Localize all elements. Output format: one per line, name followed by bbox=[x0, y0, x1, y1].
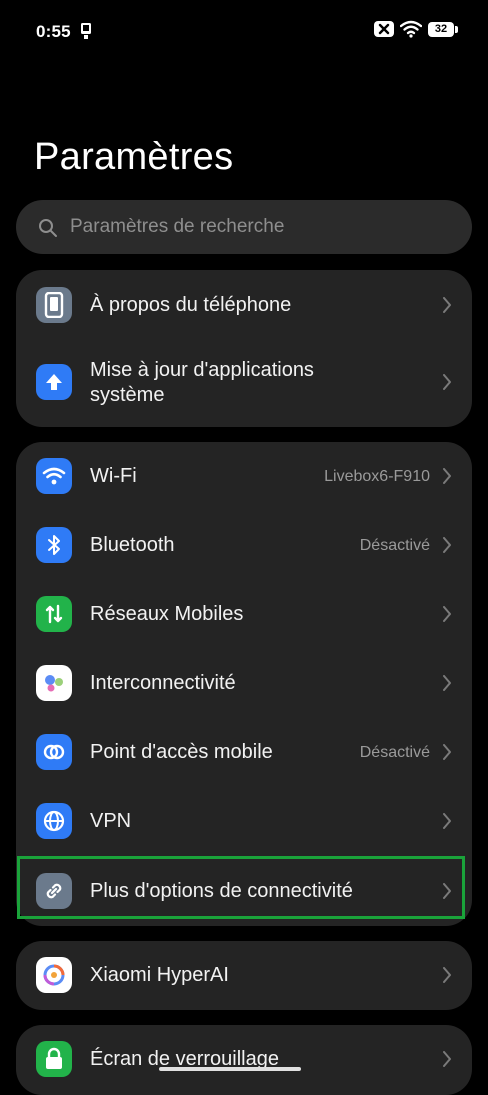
chevron-right-icon bbox=[443, 813, 451, 829]
settings-item-label: Mise à jour d'applications bbox=[90, 359, 314, 381]
hotspot-icon bbox=[36, 734, 72, 770]
settings-item-hotspot[interactable]: Point d'accès mobile Désactivé bbox=[16, 718, 472, 787]
phone-icon bbox=[36, 287, 72, 323]
battery-icon: 32 bbox=[428, 21, 458, 37]
status-icons: 32 bbox=[374, 20, 458, 38]
globe-icon bbox=[36, 803, 72, 839]
settings-item-lock-screen[interactable]: Écran de verrouillage bbox=[16, 1025, 472, 1095]
settings-item-label: VPN bbox=[90, 810, 132, 832]
search-icon bbox=[39, 219, 57, 237]
settings-item-label: Interconnectivité bbox=[90, 672, 236, 694]
bluetooth-icon bbox=[36, 527, 72, 563]
settings-item-value: Désactivé bbox=[359, 744, 430, 761]
battery-level: 32 bbox=[434, 23, 448, 35]
settings-item-label: Xiaomi HyperAI bbox=[90, 964, 229, 986]
settings-item-label: Wi-Fi bbox=[90, 465, 137, 487]
settings-item-value: Désactivé bbox=[359, 537, 430, 554]
chevron-right-icon bbox=[443, 744, 451, 760]
status-time: 0:55 bbox=[36, 22, 71, 41]
settings-item-more-connectivity[interactable]: Plus d'options de connectivité bbox=[16, 856, 472, 926]
search-bar[interactable]: Paramètres de recherche bbox=[16, 200, 472, 254]
chevron-right-icon bbox=[443, 675, 451, 691]
settings-item-label: Réseaux Mobiles bbox=[90, 603, 244, 625]
settings-item-label: Plus d'options de connectivité bbox=[90, 880, 353, 902]
lock-icon bbox=[36, 1041, 72, 1077]
settings-item-label: Point d'accès mobile bbox=[90, 741, 273, 763]
settings-item-interconnectivity[interactable]: Interconnectivité bbox=[16, 649, 472, 718]
link-icon bbox=[36, 873, 72, 909]
settings-item-wifi[interactable]: Wi-Fi Livebox6-F910 bbox=[16, 442, 472, 511]
settings-group-device: À propos du téléphone Mise à jour d'appl… bbox=[16, 270, 472, 427]
interconnectivity-icon bbox=[36, 665, 72, 701]
settings-group-connectivity: Wi-Fi Livebox6-F910 Bluetooth Désactivé … bbox=[16, 442, 472, 926]
notification-icon bbox=[81, 23, 91, 39]
settings-item-label: Bluetooth bbox=[90, 534, 175, 556]
wifi-icon bbox=[36, 458, 72, 494]
settings-item-bluetooth[interactable]: Bluetooth Désactivé bbox=[16, 511, 472, 580]
chevron-right-icon bbox=[443, 468, 451, 484]
chevron-right-icon bbox=[443, 537, 451, 553]
settings-item-vpn[interactable]: VPN bbox=[16, 787, 472, 856]
arrow-up-icon bbox=[36, 364, 72, 400]
settings-item-label-line2: système bbox=[90, 384, 165, 406]
settings-item-hyperai[interactable]: Xiaomi HyperAI bbox=[16, 941, 472, 1010]
chevron-right-icon bbox=[443, 606, 451, 622]
chevron-right-icon bbox=[443, 1051, 451, 1067]
settings-group-ai: Xiaomi HyperAI bbox=[16, 941, 472, 1010]
settings-item-label: À propos du téléphone bbox=[90, 294, 292, 316]
hyperai-icon bbox=[36, 957, 72, 993]
chevron-right-icon bbox=[443, 967, 451, 983]
chevron-right-icon bbox=[443, 297, 451, 313]
no-signal-icon bbox=[374, 21, 394, 37]
chevron-right-icon bbox=[443, 374, 451, 390]
settings-item-about-phone[interactable]: À propos du téléphone bbox=[16, 270, 472, 340]
settings-group-lock: Écran de verrouillage bbox=[16, 1025, 472, 1095]
settings-item-system-app-update[interactable]: Mise à jour d'applications système bbox=[16, 340, 472, 427]
page-title: Paramètres bbox=[34, 136, 234, 178]
wifi-status-icon bbox=[400, 20, 422, 38]
home-indicator[interactable] bbox=[159, 1067, 301, 1071]
search-placeholder: Paramètres de recherche bbox=[70, 216, 285, 237]
settings-item-mobile-networks[interactable]: Réseaux Mobiles bbox=[16, 580, 472, 649]
mobile-data-icon bbox=[36, 596, 72, 632]
status-bar: 0:55 32 bbox=[0, 0, 488, 62]
settings-item-value: Livebox6-F910 bbox=[324, 468, 430, 485]
chevron-right-icon bbox=[443, 883, 451, 899]
